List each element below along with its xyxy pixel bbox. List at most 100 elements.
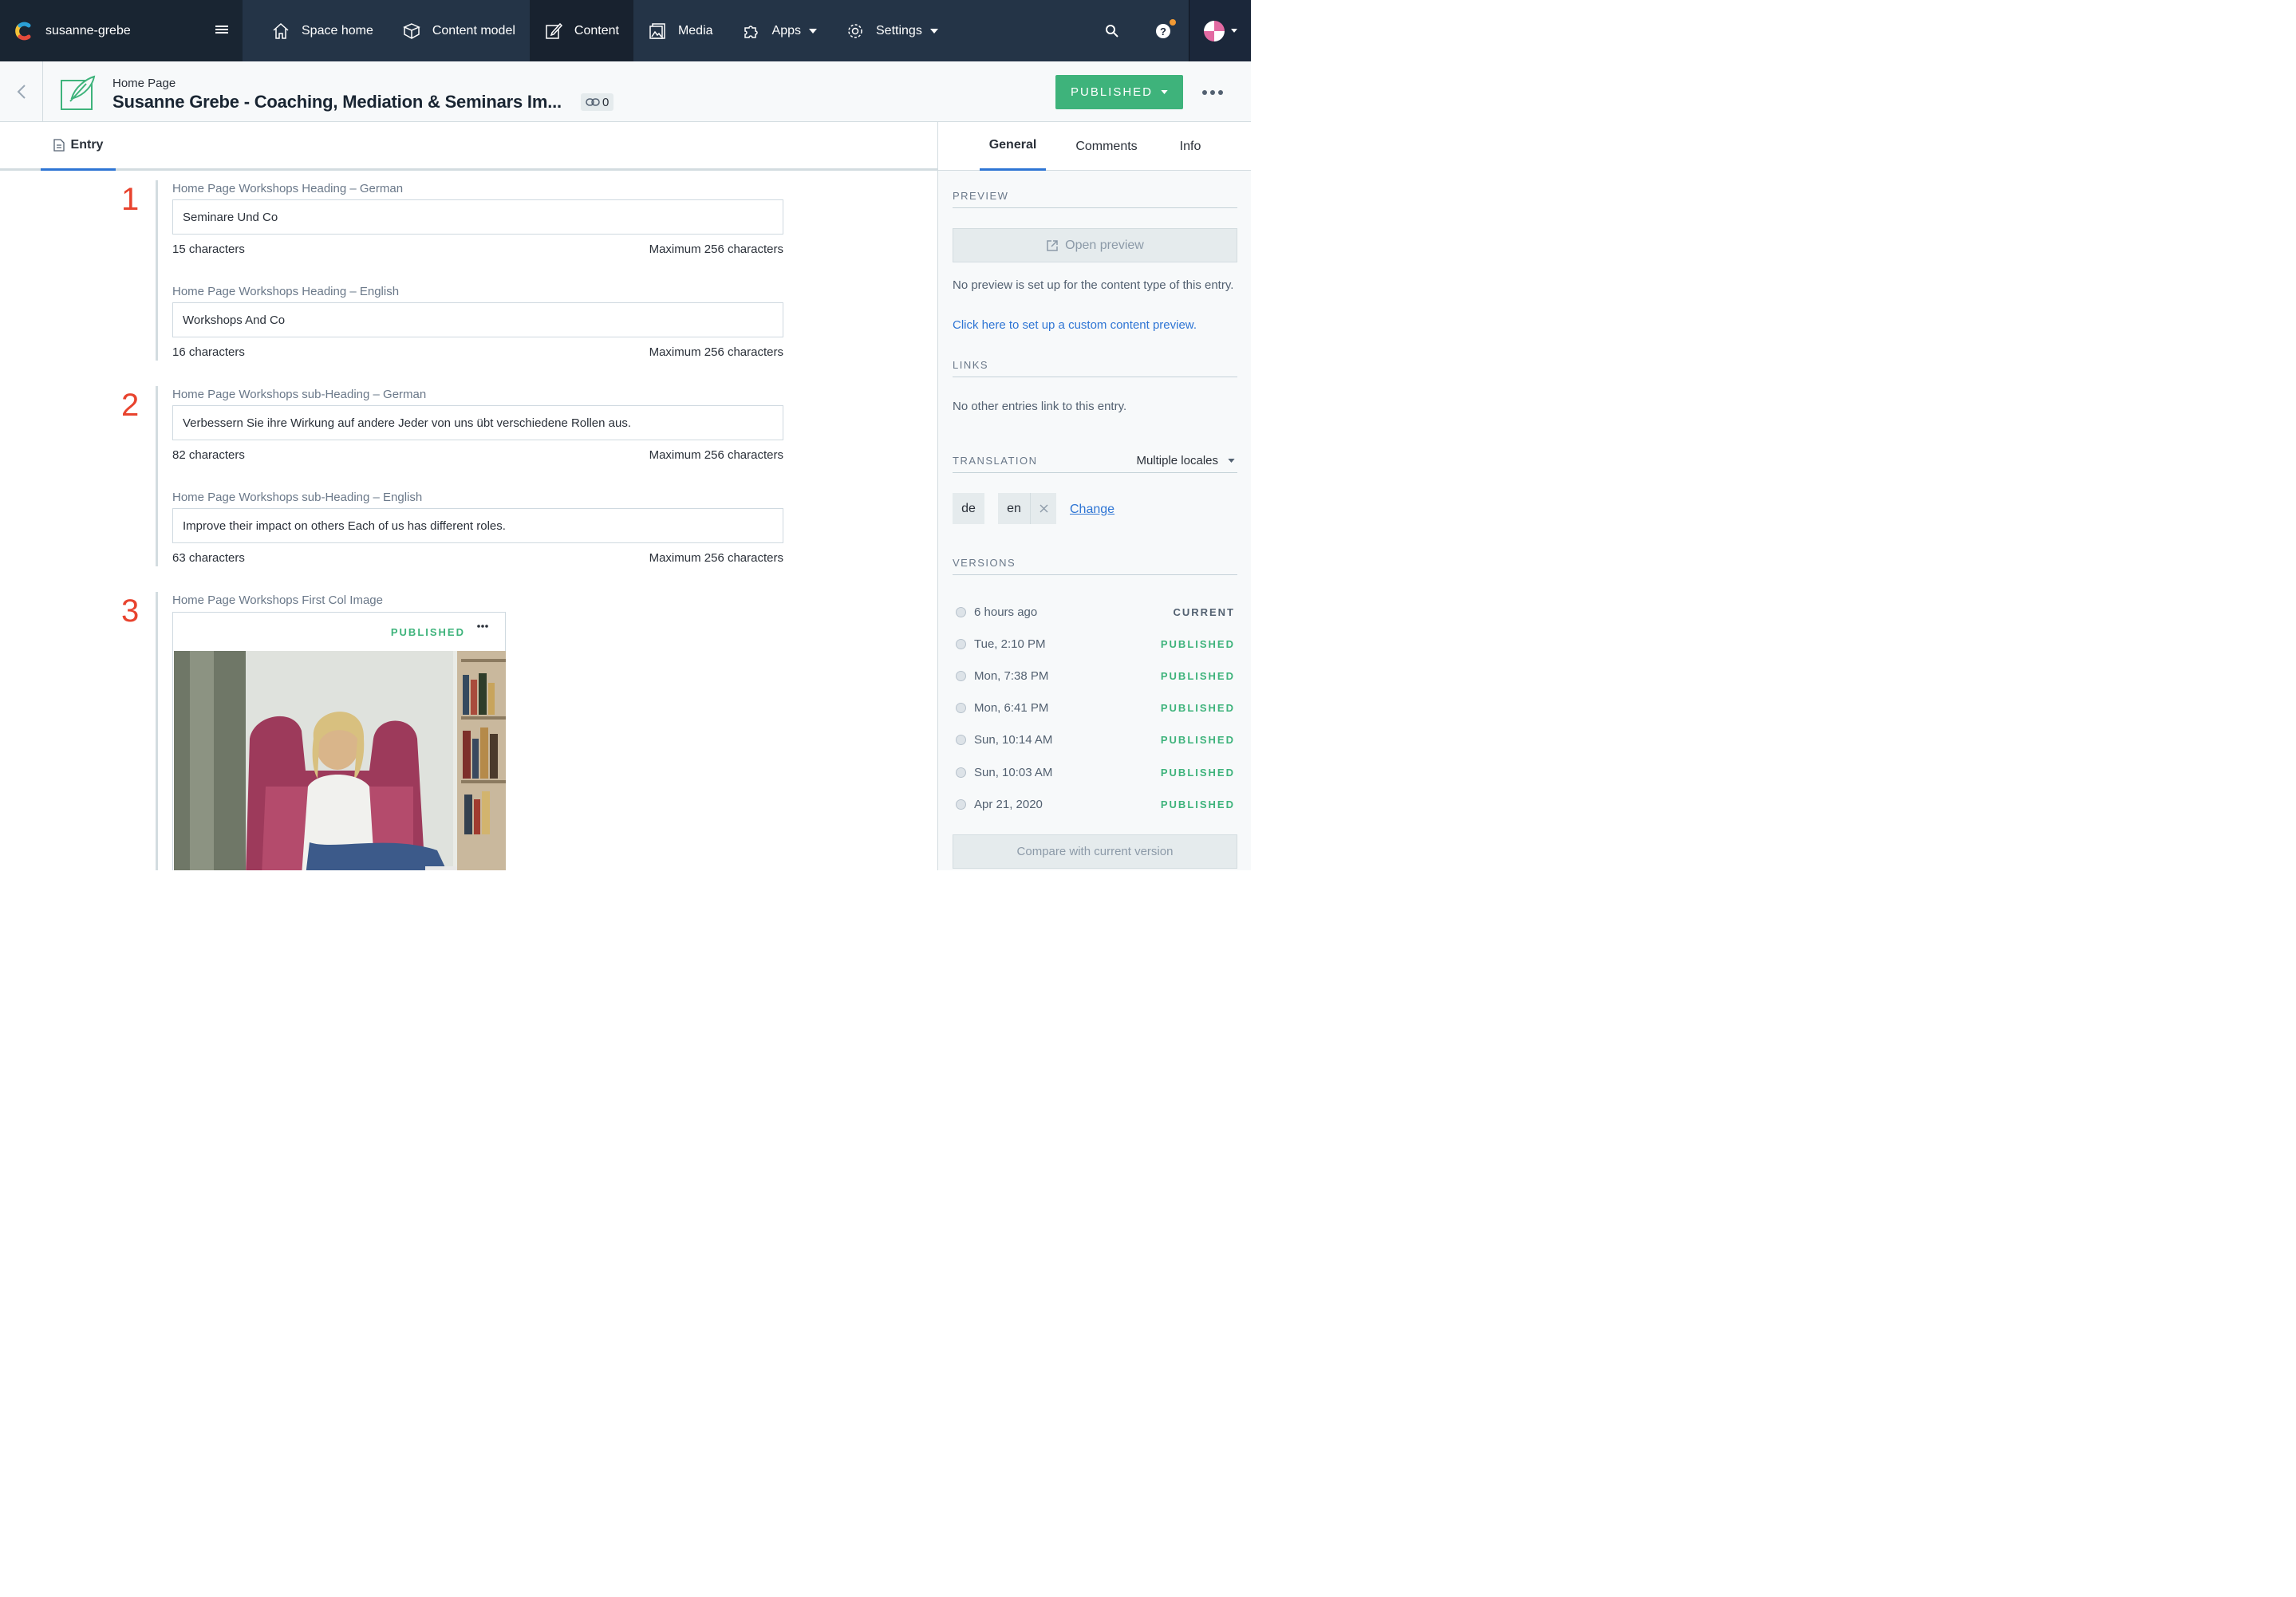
- char-count: 63 characters: [172, 551, 245, 565]
- version-item[interactable]: 6 hours ago CURRENT: [956, 603, 1235, 621]
- field-meta: 16 characters Maximum 256 characters: [172, 345, 783, 359]
- locale-mode-dropdown[interactable]: Multiple locales: [1136, 454, 1235, 467]
- field-group: Home Page Workshops First Col Image PUBL…: [156, 592, 786, 870]
- nav-media[interactable]: Media: [633, 0, 728, 61]
- main-nav: Space home Content model Content Media A…: [243, 0, 1189, 61]
- tab-comments[interactable]: Comments: [1066, 122, 1147, 171]
- chevron-down-icon: [1228, 459, 1235, 463]
- text-input[interactable]: Improve their impact on others Each of u…: [172, 508, 783, 543]
- asset-more-icon[interactable]: [476, 624, 489, 629]
- nav-right: ?: [1087, 0, 1189, 61]
- entry-editor: 1 2 3 Home Page Workshops Heading – Germ…: [0, 171, 937, 870]
- back-button[interactable]: [0, 61, 43, 122]
- version-time: Tue, 2:10 PM: [974, 637, 1046, 651]
- nav-label: Content model: [432, 23, 515, 37]
- sidebar-tabs: General Comments Info: [937, 122, 1251, 171]
- page-title: Susanne Grebe - Coaching, Mediation & Se…: [112, 92, 562, 112]
- field-meta: 63 characters Maximum 256 characters: [172, 551, 783, 565]
- nav-space-home[interactable]: Space home: [243, 0, 388, 61]
- help-icon: ?: [1156, 23, 1170, 38]
- version-item[interactable]: Sun, 10:14 AM PUBLISHED: [956, 731, 1235, 749]
- gear-icon: [848, 23, 862, 38]
- nav-settings[interactable]: Settings: [831, 0, 953, 61]
- link-count: 0: [602, 95, 610, 109]
- field-label: Home Page Workshops Heading – English: [172, 285, 400, 298]
- space-name: susanne-grebe: [45, 23, 131, 37]
- tab-info[interactable]: Info: [1166, 122, 1215, 171]
- section-heading-links: LINKS: [953, 359, 1237, 377]
- open-preview-label: Open preview: [1065, 238, 1144, 252]
- compare-versions-button[interactable]: Compare with current version: [953, 834, 1237, 869]
- link-icon: [586, 98, 600, 106]
- version-item[interactable]: Tue, 2:10 PM PUBLISHED: [956, 635, 1235, 653]
- field-label: Home Page Workshops First Col Image: [172, 593, 383, 607]
- version-radio[interactable]: [956, 670, 966, 681]
- open-preview-button[interactable]: Open preview: [953, 228, 1237, 262]
- version-item[interactable]: Mon, 7:38 PM PUBLISHED: [956, 667, 1235, 684]
- section-heading-preview: PREVIEW: [953, 190, 1237, 208]
- nav-apps[interactable]: Apps: [728, 0, 831, 61]
- tab-general[interactable]: General: [980, 122, 1046, 171]
- field-meta: 15 characters Maximum 256 characters: [172, 243, 783, 256]
- text-input[interactable]: Seminare Und Co: [172, 199, 783, 235]
- chevron-down-icon: [1230, 29, 1237, 33]
- content-type-name: Home Page: [112, 77, 176, 90]
- setup-preview-link[interactable]: Click here to set up a custom content pr…: [953, 318, 1197, 332]
- version-radio[interactable]: [956, 735, 966, 746]
- text-input[interactable]: Verbessern Sie ihre Wirkung auf andere J…: [172, 405, 783, 440]
- asset-card[interactable]: PUBLISHED: [172, 612, 506, 870]
- svg-text:?: ?: [1160, 26, 1166, 37]
- nav-label: Apps: [771, 23, 801, 37]
- version-radio[interactable]: [956, 606, 966, 617]
- version-radio[interactable]: [956, 798, 966, 810]
- version-radio[interactable]: [956, 703, 966, 714]
- remove-locale-button[interactable]: [1030, 493, 1056, 524]
- char-max: Maximum 256 characters: [649, 448, 783, 462]
- search-icon: [1106, 24, 1118, 37]
- locale-code: de: [961, 501, 976, 515]
- version-status: PUBLISHED: [1160, 702, 1235, 715]
- annotation-marker: 2: [121, 388, 140, 423]
- char-count: 15 characters: [172, 243, 245, 256]
- nav-content-model[interactable]: Content model: [388, 0, 530, 61]
- publish-status-button[interactable]: PUBLISHED: [1055, 75, 1183, 109]
- space-switcher[interactable]: susanne-grebe: [0, 0, 243, 61]
- version-status: PUBLISHED: [1160, 766, 1235, 779]
- external-link-icon: [1047, 239, 1058, 251]
- version-radio[interactable]: [956, 767, 966, 778]
- home-icon: [273, 22, 289, 39]
- version-item[interactable]: Sun, 10:03 AM PUBLISHED: [956, 763, 1235, 781]
- locale-mode-label: Multiple locales: [1136, 454, 1218, 467]
- version-time: 6 hours ago: [974, 605, 1038, 619]
- nav-content[interactable]: Content: [529, 0, 633, 61]
- version-time: Sun, 10:03 AM: [974, 765, 1053, 779]
- version-item[interactable]: Apr 21, 2020 PUBLISHED: [956, 795, 1235, 813]
- field-group: Home Page Workshops sub-Heading – German…: [156, 386, 786, 566]
- asset-status: PUBLISHED: [390, 626, 465, 638]
- nav-label: Content: [574, 23, 619, 37]
- tab-entry[interactable]: Entry: [41, 122, 116, 171]
- search-button[interactable]: [1087, 0, 1138, 61]
- section-heading-versions: VERSIONS: [953, 557, 1237, 575]
- entry-type-icon: [61, 75, 96, 110]
- nav-label: Settings: [876, 23, 922, 37]
- menu-icon[interactable]: [215, 24, 228, 35]
- field-first-col-image: Home Page Workshops First Col Image: [172, 593, 783, 607]
- document-icon: [53, 139, 65, 152]
- text-input[interactable]: Workshops And Co: [172, 302, 783, 337]
- help-button[interactable]: ?: [1138, 0, 1189, 61]
- account-menu[interactable]: [1189, 0, 1251, 61]
- incoming-links-badge[interactable]: 0: [581, 93, 614, 111]
- change-locales-link[interactable]: Change: [1070, 503, 1114, 517]
- version-radio[interactable]: [956, 638, 966, 649]
- char-max: Maximum 256 characters: [649, 551, 783, 565]
- preview-note: No preview is set up for the content typ…: [953, 278, 1234, 292]
- version-item[interactable]: Mon, 6:41 PM PUBLISHED: [956, 700, 1235, 717]
- locale-code: en: [1007, 501, 1021, 515]
- char-count: 82 characters: [172, 448, 245, 462]
- tab-entry-label: Entry: [70, 138, 104, 152]
- asset-thumbnail: [174, 651, 506, 870]
- avatar: [1203, 20, 1225, 41]
- more-options-icon[interactable]: [1201, 89, 1224, 96]
- chevron-down-icon: [1161, 90, 1168, 94]
